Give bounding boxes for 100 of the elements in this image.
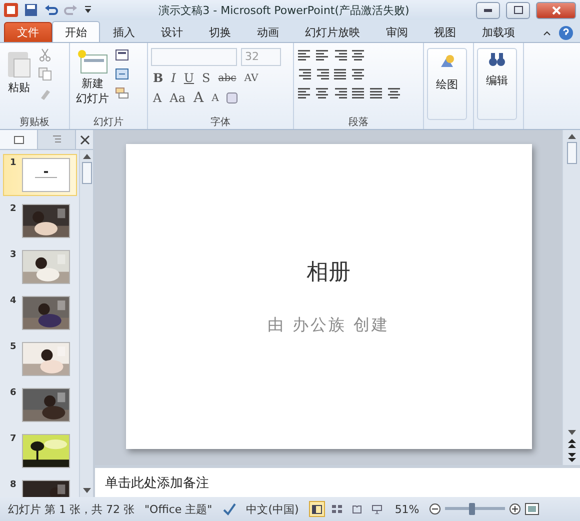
scroll-down-icon[interactable]: [82, 488, 90, 494]
align-left-icon[interactable]: [297, 86, 311, 100]
window-title: 演示文稿3 - Microsoft PowerPoint(产品激活失败): [158, 2, 410, 18]
reset-icon[interactable]: [115, 67, 129, 81]
fit-to-window-icon[interactable]: [525, 503, 540, 515]
zoom-out-icon[interactable]: [429, 503, 442, 515]
italic-button[interactable]: I: [169, 71, 178, 85]
section-icon[interactable]: [115, 86, 129, 100]
file-tab[interactable]: 文件: [4, 22, 52, 42]
scroll-up-icon[interactable]: [82, 153, 90, 159]
slide-thumbnail-item[interactable]: 6: [3, 384, 77, 426]
save-icon[interactable]: [24, 3, 38, 17]
character-spacing-button[interactable]: AV: [242, 72, 260, 84]
help-icon[interactable]: [558, 24, 574, 42]
slide-count-text: 幻灯片 第 1 张，共 72 张: [8, 502, 134, 516]
change-case-button[interactable]: Aa: [168, 91, 188, 105]
slide-thumbnail-item[interactable]: 2: [3, 200, 77, 242]
scroll-down-icon[interactable]: [568, 430, 576, 436]
ribbon-tab[interactable]: 视图: [421, 21, 469, 42]
bullet-list-icon[interactable]: [297, 48, 311, 62]
columns-icon[interactable]: [351, 48, 365, 62]
ribbon-tab[interactable]: 插入: [100, 21, 148, 42]
align-text-icon[interactable]: [351, 67, 365, 81]
increase-indent-icon[interactable]: [315, 67, 329, 81]
slide-thumbnail-item[interactable]: 7: [3, 430, 77, 472]
new-slide-button[interactable]: 新建 幻灯片: [73, 46, 112, 115]
ribbon-tab[interactable]: 幻灯片放映: [292, 21, 373, 42]
scroll-thumb[interactable]: [82, 162, 92, 184]
slide-thumbnail-item[interactable]: 3: [3, 246, 77, 288]
ribbon-tab[interactable]: 加载项: [469, 21, 528, 42]
numbered-list-icon[interactable]: [315, 48, 329, 62]
group-label: 剪贴板: [18, 116, 50, 129]
next-slide-icon[interactable]: [568, 452, 576, 462]
book-icon: [352, 504, 362, 514]
mini-slide-drawing: [35, 171, 58, 179]
slide-subtitle: 由 办公族 创建: [267, 315, 390, 336]
slide-number: 6: [10, 388, 16, 400]
slide-number: 1: [10, 158, 16, 170]
language-text[interactable]: 中文(中国): [246, 502, 299, 516]
maximize-button[interactable]: [506, 2, 530, 18]
scroll-up-icon[interactable]: [568, 133, 576, 139]
app-icon[interactable]: [4, 3, 18, 17]
zoom-percent[interactable]: 51%: [394, 502, 420, 516]
normal-view-button[interactable]: [308, 501, 325, 517]
slides-tab[interactable]: [0, 130, 38, 149]
slide-number: 4: [10, 296, 16, 308]
spell-check-icon[interactable]: [222, 502, 236, 516]
close-icon: [552, 6, 560, 14]
slide-thumbnail-item[interactable]: 1: [3, 154, 77, 196]
theme-name[interactable]: "Office 主题": [144, 502, 212, 516]
slide-number: 7: [10, 434, 16, 446]
scroll-thumb[interactable]: [566, 142, 576, 164]
slide-thumbnail-item[interactable]: 4: [3, 292, 77, 334]
distributed-icon[interactable]: [369, 86, 383, 100]
undo-icon[interactable]: [44, 3, 58, 17]
underline-button[interactable]: U: [182, 71, 196, 85]
zoom-slider-thumb[interactable]: [469, 503, 476, 515]
slide-number: 3: [10, 250, 16, 262]
close-icon[interactable]: [80, 134, 90, 144]
line-spacing-icon[interactable]: [333, 48, 347, 62]
editing-button[interactable]: 编辑: [477, 48, 517, 120]
minimize-button[interactable]: [476, 2, 500, 18]
strikethrough-button[interactable]: abc: [216, 72, 238, 84]
zoom-in-icon[interactable]: [509, 503, 522, 515]
text-direction-icon[interactable]: [333, 67, 347, 81]
layout-icon[interactable]: [115, 48, 129, 62]
slide-thumbnail-item[interactable]: 8: [3, 476, 77, 497]
smartart-icon[interactable]: [387, 86, 401, 100]
clipboard-icon: [6, 49, 32, 79]
new-slide-icon: [76, 49, 108, 75]
minimize-icon: [484, 8, 492, 12]
slide-number: 2: [10, 204, 16, 216]
slide-icon: [14, 136, 24, 144]
grow-font-button[interactable]: A: [192, 90, 206, 106]
drawing-button[interactable]: 绘图: [427, 48, 467, 120]
ribbon-tab[interactable]: 审阅: [373, 21, 421, 42]
shrink-font-button[interactable]: A: [210, 92, 221, 104]
close-button[interactable]: [536, 2, 576, 18]
justify-icon[interactable]: [351, 86, 365, 100]
font-color-button[interactable]: A: [151, 91, 164, 105]
maximize-icon: [514, 6, 522, 14]
ribbon-tab[interactable]: 切换: [196, 21, 244, 42]
slide-thumbnail-item[interactable]: 5: [3, 338, 77, 380]
paste-button[interactable]: 粘贴: [3, 46, 35, 115]
bold-button[interactable]: B: [151, 71, 166, 85]
decrease-indent-icon[interactable]: [297, 67, 311, 81]
grid-icon: [332, 504, 342, 514]
shadow-button[interactable]: S: [200, 71, 212, 85]
ribbon-tab[interactable]: 动画: [244, 21, 292, 42]
scissors-icon[interactable]: [38, 48, 52, 62]
ribbon-tab[interactable]: 开始: [52, 21, 100, 42]
binoculars-icon: [488, 53, 506, 67]
previous-slide-icon[interactable]: [568, 439, 576, 449]
align-center-icon[interactable]: [315, 86, 329, 100]
ribbon-tab[interactable]: 设计: [148, 21, 196, 42]
font-name-field[interactable]: [151, 48, 237, 66]
clear-formatting-icon[interactable]: [224, 91, 239, 105]
slide-number: 5: [10, 342, 16, 354]
slide-number: 8: [10, 480, 16, 492]
align-right-icon[interactable]: [333, 86, 347, 100]
